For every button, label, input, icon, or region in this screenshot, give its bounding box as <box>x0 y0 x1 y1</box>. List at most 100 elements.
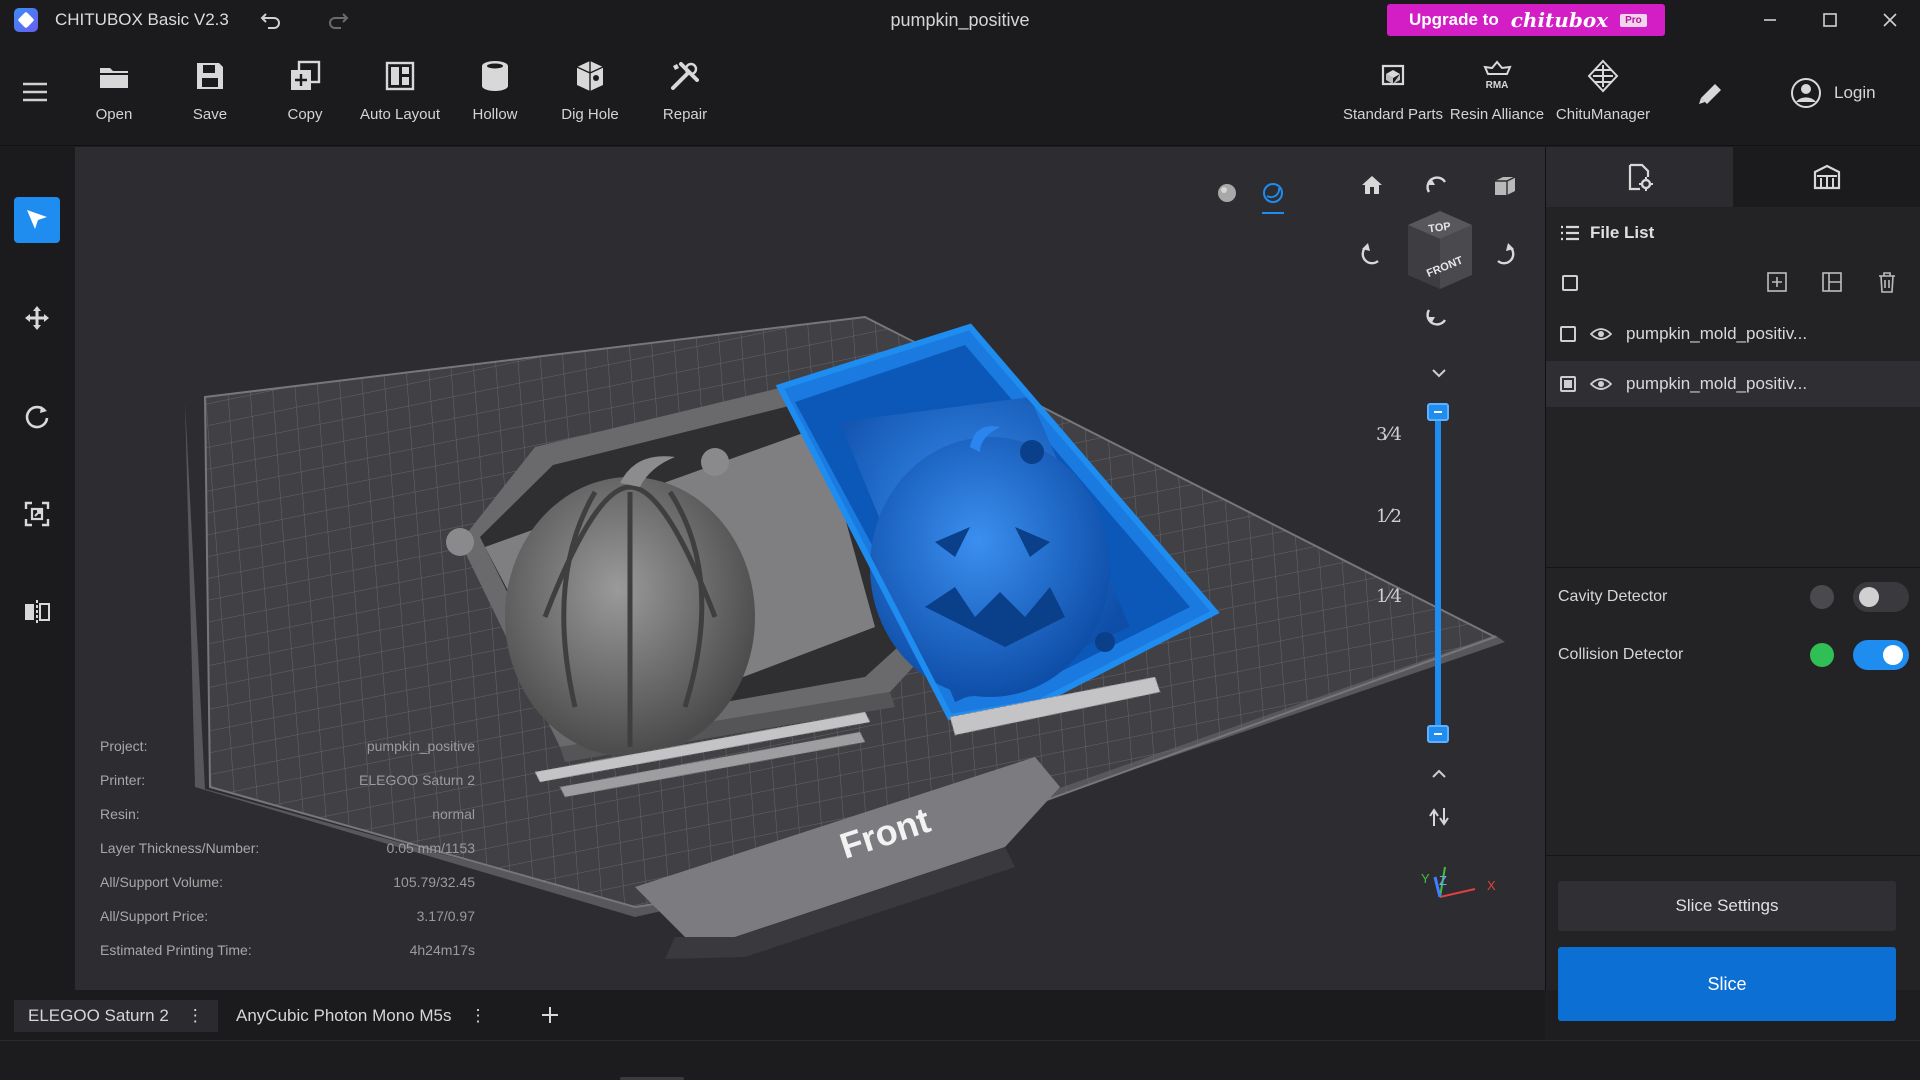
resin-alliance-label: Resin Alliance <box>1449 106 1545 123</box>
sphere-outline-icon <box>1263 183 1283 203</box>
resin-alliance-button[interactable]: RMA Resin Alliance <box>1449 58 1545 140</box>
layer-down-chevron[interactable] <box>1422 356 1456 390</box>
dig-hole-button[interactable]: Dig Hole <box>542 58 638 140</box>
add-file-button[interactable] <box>1760 265 1794 299</box>
layer-slider-track[interactable] <box>1435 412 1441 734</box>
open-label: Open <box>95 106 133 123</box>
save-button[interactable]: Save <box>162 58 258 140</box>
repair-icon <box>667 58 703 94</box>
scale-tool-button[interactable] <box>14 491 60 537</box>
trash-icon <box>1879 272 1895 293</box>
printer-tab-elegoo[interactable]: ELEGOO Saturn 2 ⋮ <box>14 1000 218 1032</box>
redo-icon[interactable] <box>325 8 351 32</box>
mirror-icon <box>25 600 50 624</box>
project-info-row: Printer: ELEGOO Saturn 2 <box>100 772 475 806</box>
menu-button[interactable] <box>18 78 52 106</box>
xray-view-button[interactable] <box>1256 176 1290 210</box>
list-icon <box>1561 225 1579 241</box>
rotate-icon <box>25 405 49 429</box>
login-label: Login <box>1834 83 1876 102</box>
cavity-detector-toggle[interactable] <box>1853 582 1909 612</box>
dig-hole-icon <box>572 58 608 94</box>
select-tool-button[interactable] <box>14 197 60 243</box>
info-value: pumpkin_positive <box>366 738 475 754</box>
rotate-view-left-button[interactable] <box>1355 236 1389 270</box>
scale-icon <box>24 501 50 527</box>
repair-button[interactable]: Repair <box>637 58 733 140</box>
info-value: ELEGOO Saturn 2 <box>359 772 475 788</box>
resin-alliance-icon: RMA <box>1479 58 1515 94</box>
more-vertical-icon[interactable]: ⋮ <box>187 1006 204 1026</box>
standard-parts-button[interactable]: Standard Parts <box>1343 58 1443 140</box>
rotate-tool-button[interactable] <box>14 393 60 439</box>
undo-icon[interactable] <box>258 8 284 32</box>
auto-layout-icon <box>382 58 418 94</box>
layer-fraction-three-quarters: 3⁄4 <box>1376 424 1402 445</box>
pro-badge: Pro <box>1620 13 1647 27</box>
sphere-shade-icon <box>1218 184 1236 202</box>
cavity-detector-row: Cavity Detector <box>1558 577 1909 617</box>
hollow-button[interactable]: Hollow <box>447 58 543 140</box>
mirror-tool-button[interactable] <box>14 589 60 635</box>
save-icon <box>192 58 228 94</box>
eye-icon[interactable] <box>1590 327 1612 341</box>
copy-button[interactable]: Copy <box>257 58 353 140</box>
home-view-button[interactable] <box>1355 168 1389 202</box>
3d-viewport[interactable]: Front X Y Z Project: pumpkin_positive Pr… <box>75 147 1545 990</box>
title-bar: CHITUBOX Basic V2.3 pumpkin_positive Upg… <box>0 0 1920 40</box>
tab-file-settings[interactable] <box>1546 147 1733 207</box>
info-label: Estimated Printing Time: <box>100 942 252 958</box>
chitumanager-button[interactable]: ChituManager <box>1555 58 1651 140</box>
maximize-button[interactable] <box>1810 6 1850 34</box>
file-checkbox[interactable] <box>1560 326 1576 342</box>
file-list-item-selected[interactable]: pumpkin_mold_positiv... <box>1546 361 1920 407</box>
collision-detector-toggle[interactable] <box>1853 640 1909 670</box>
project-info-row: Resin: normal <box>100 806 475 840</box>
add-printer-tab-button[interactable] <box>535 998 565 1032</box>
open-button[interactable]: Open <box>66 58 162 140</box>
upgrade-button[interactable]: Upgrade to chitubox Pro <box>1387 4 1665 36</box>
chitumanager-label: ChituManager <box>1555 106 1651 123</box>
delete-file-button[interactable] <box>1870 265 1904 299</box>
project-info-row: Layer Thickness/Number: 0.05 mm/1153 <box>100 840 475 874</box>
notification-bell-icon[interactable] <box>1696 78 1726 108</box>
close-button[interactable] <box>1870 6 1910 34</box>
info-label: Printer: <box>100 772 146 788</box>
tab-support-settings[interactable] <box>1733 147 1920 207</box>
file-list-item[interactable]: pumpkin_mold_positiv... <box>1546 311 1920 357</box>
rotate-view-up-button[interactable] <box>1420 168 1454 202</box>
eye-icon[interactable] <box>1590 377 1612 391</box>
panel-divider <box>1546 567 1920 568</box>
perspective-view-button[interactable] <box>1487 168 1521 202</box>
printer-tab-anycubic[interactable]: AnyCubic Photon Mono M5s ⋮ <box>222 1000 500 1032</box>
project-info-panel: Project: pumpkin_positive Printer: ELEGOO S… <box>100 738 475 976</box>
layer-fraction-quarter: 1⁄4 <box>1376 586 1402 607</box>
layer-fraction-half: 1⁄2 <box>1376 506 1402 527</box>
panel-divider <box>1546 855 1920 856</box>
move-icon <box>25 306 49 330</box>
dig-hole-label: Dig Hole <box>561 106 619 123</box>
layer-up-chevron[interactable] <box>1422 757 1456 791</box>
shaded-view-button[interactable] <box>1210 176 1244 210</box>
rotate-view-right-button[interactable] <box>1487 236 1521 270</box>
minimize-button[interactable] <box>1750 6 1790 34</box>
file-checkbox-checked[interactable] <box>1560 376 1576 392</box>
layout-file-button[interactable] <box>1815 265 1849 299</box>
layer-reset-button[interactable] <box>1422 800 1456 834</box>
copy-label: Copy <box>287 106 323 123</box>
move-tool-button[interactable] <box>14 295 60 341</box>
add-square-icon <box>1767 272 1787 292</box>
layer-slider-top-handle[interactable] <box>1427 403 1449 421</box>
login-button[interactable]: Login <box>1780 70 1890 116</box>
more-vertical-icon[interactable]: ⋮ <box>469 1006 486 1026</box>
slice-settings-button[interactable]: Slice Settings <box>1558 881 1896 931</box>
rotate-view-down-button[interactable] <box>1420 300 1454 334</box>
home-icon <box>1362 176 1382 194</box>
cube-icon <box>1495 176 1516 195</box>
layout-icon <box>1822 272 1842 292</box>
auto-layout-button[interactable]: Auto Layout <box>352 58 448 140</box>
slice-button[interactable]: Slice <box>1558 947 1896 1021</box>
view-cube[interactable]: TOP FRONT <box>1400 205 1480 295</box>
layer-slider-bottom-handle[interactable] <box>1427 725 1449 743</box>
select-all-checkbox[interactable] <box>1562 275 1578 291</box>
